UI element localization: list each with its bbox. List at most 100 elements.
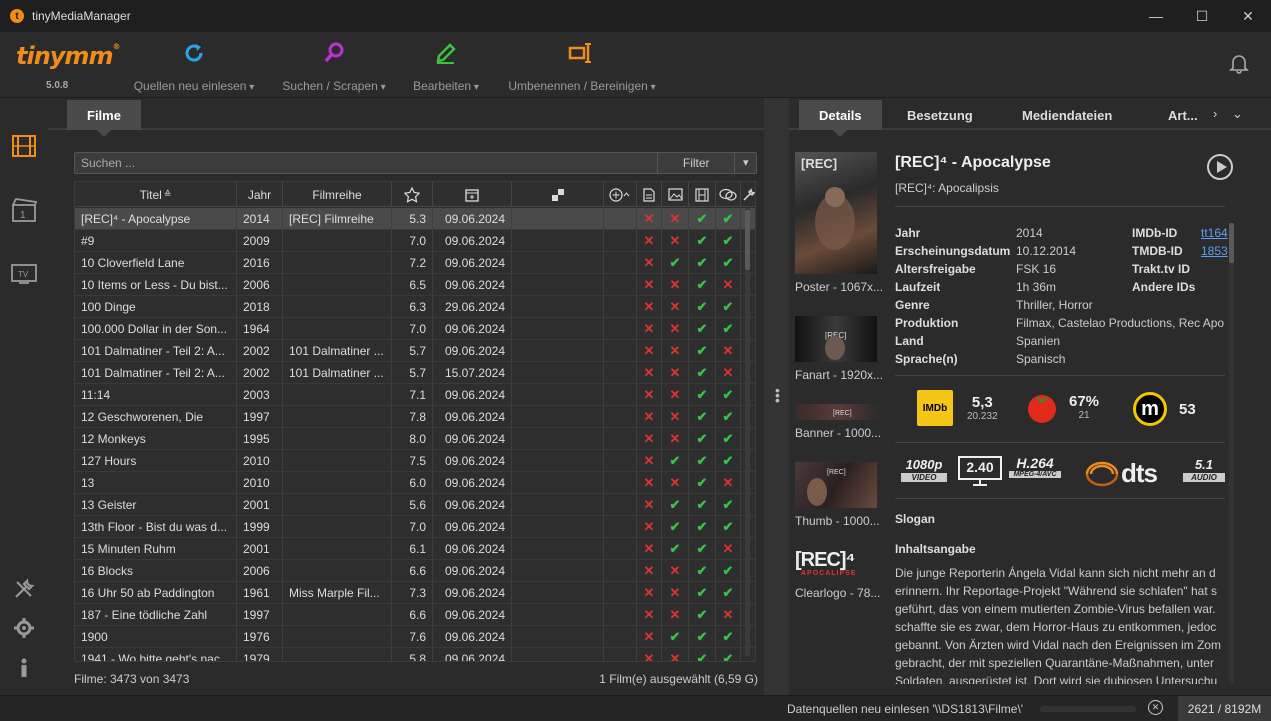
column-date-added[interactable] <box>433 182 512 207</box>
column-new[interactable] <box>604 182 637 207</box>
table-row[interactable]: 11:14 2003 7.1 09.06.2024 ✕ ✕ ✔ ✔ <box>75 384 755 406</box>
list-footer: Filme: 3473 von 3473 1 Film(e) ausgewähl… <box>74 672 758 690</box>
film-icon[interactable] <box>8 130 40 162</box>
poster-art[interactable]: [REC] Poster - 1067x... <box>795 152 887 294</box>
table-row[interactable]: 101 Dalmatiner - Teil 2: A... 2002 101 Dal… <box>75 362 755 384</box>
table-row[interactable]: 15 Minuten Ruhm 2001 6.1 09.06.2024 ✕ ✔ ✔ ✕ <box>75 538 755 560</box>
table-row[interactable]: 13th Floor - Bist du was d... 1999 7.0 09.0… <box>75 516 755 538</box>
table-row[interactable]: 1941 - Wo bitte geht's nac... 1979 5.8 09.0… <box>75 648 755 661</box>
update-sources-button[interactable]: Quellen neu einlesen <box>128 32 260 98</box>
close-button[interactable]: ✕ <box>1225 0 1271 32</box>
metacritic-logo: m <box>1133 392 1167 426</box>
tab-details[interactable]: Details <box>799 100 882 137</box>
banner-art[interactable]: [REC] Banner - 1000... <box>795 404 887 440</box>
trailer-status-icon: ✔ <box>689 538 716 560</box>
cell-new <box>604 208 637 230</box>
info-value: Thriller, Horror <box>1016 298 1093 312</box>
subtitle-status-icon: ✔ <box>716 208 741 230</box>
info-key: Laufzeit <box>895 280 941 294</box>
edit-button[interactable]: Bearbeiten <box>408 32 484 98</box>
column-video-format[interactable] <box>512 182 604 207</box>
table-row[interactable]: 127 Hours 2010 7.5 09.06.2024 ✕ ✔ ✔ ✔ <box>75 450 755 472</box>
image-status-icon: ✔ <box>662 252 689 274</box>
cell-video-format <box>512 538 604 560</box>
rename-label: Umbenennen / Bereinigen <box>508 79 655 93</box>
table-row[interactable]: 1900 1976 7.6 09.06.2024 ✕ ✔ ✔ ✔ <box>75 626 755 648</box>
table-row[interactable]: 12 Geschworenen, Die 1997 7.8 09.06.2024 ✕ ✕ ✔… <box>75 406 755 428</box>
table-row[interactable]: #9 2009 7.0 09.06.2024 ✕ ✕ ✔ ✔ <box>75 230 755 252</box>
column-images[interactable] <box>662 182 689 207</box>
cell-new <box>604 428 637 450</box>
filter-button[interactable]: Filter ▾ <box>657 152 757 174</box>
document-icon <box>643 187 655 202</box>
tools-icon[interactable] <box>8 573 40 605</box>
cell-title: 11:14 <box>75 384 237 406</box>
tv-icon[interactable]: TV <box>8 258 40 290</box>
column-trailer[interactable] <box>689 182 716 207</box>
bell-icon[interactable] <box>1229 52 1249 74</box>
cell-date-added: 29.06.2024 <box>433 296 512 318</box>
column-config[interactable] <box>741 182 755 207</box>
divider <box>895 442 1225 443</box>
cell-rating: 7.6 <box>392 626 433 648</box>
info-value: 2014 <box>1016 226 1043 240</box>
tab-movies[interactable]: Filme <box>67 100 141 137</box>
info-icon[interactable] <box>8 652 40 684</box>
memory-usage[interactable]: 2621 / 8192M <box>1178 696 1271 721</box>
details-scrollbar[interactable] <box>1229 223 1234 683</box>
rename-button[interactable]: Umbenennen / Bereinigen <box>501 32 663 98</box>
cell-rating: 6.1 <box>392 538 433 560</box>
tab-cast[interactable]: Besetzung <box>887 100 993 130</box>
table-row[interactable]: 187 - Eine tödliche Zahl 1997 6.6 09.06.202… <box>75 604 755 626</box>
nfo-status-icon: ✕ <box>637 406 662 428</box>
table-row[interactable]: 16 Blocks 2006 6.6 09.06.2024 ✕ ✕ ✔ ✔ <box>75 560 755 582</box>
table-row[interactable]: [REC]⁴ - Apocalypse 2014 [REC] Filmreihe 5.… <box>75 208 755 230</box>
table-row[interactable]: 13 2010 6.0 09.06.2024 ✕ ✕ ✔ ✕ <box>75 472 755 494</box>
chevron-down-icon[interactable]: ⌄ <box>1232 106 1243 122</box>
table-row[interactable]: 10 Cloverfield Lane 2016 7.2 09.06.2024 ✕ ✔ ✔ ✔ <box>75 252 755 274</box>
dts-icon <box>1085 461 1119 486</box>
column-rating[interactable] <box>392 182 433 207</box>
cell-title: 100.000 Dollar in der Son... <box>75 318 237 340</box>
cell-title: 12 Geschworenen, Die <box>75 406 237 428</box>
cell-year: 1961 <box>237 582 283 604</box>
column-movieset[interactable]: Filmreihe <box>283 182 392 207</box>
table-row[interactable]: 16 Uhr 50 ab Paddington 1961 Miss Marple F… <box>75 582 755 604</box>
column-subtitles[interactable] <box>716 182 741 207</box>
panel-splitter[interactable]: • • • <box>764 98 789 695</box>
fanart-art[interactable]: [REC] Fanart - 1920x... <box>795 316 887 382</box>
chevron-right-icon[interactable]: › <box>1213 106 1217 121</box>
clearlogo-art[interactable]: [REC]⁴ APOCALIPSE Clearlogo - 78... <box>795 550 887 600</box>
chevron-down-icon[interactable]: ▾ <box>734 153 756 173</box>
tab-artwork[interactable]: Art... <box>1148 100 1218 130</box>
minimize-button[interactable]: — <box>1133 0 1179 32</box>
maximize-button[interactable]: ☐ <box>1179 0 1225 32</box>
table-row[interactable]: 101 Dalmatiner - Teil 2: A... 2002 101 Dal… <box>75 340 755 362</box>
thumb-art[interactable]: [REC] Thumb - 1000... <box>795 462 887 528</box>
table-row[interactable]: 12 Monkeys 1995 8.0 09.06.2024 ✕ ✕ ✔ ✔ <box>75 428 755 450</box>
trailer-status-icon: ✔ <box>689 516 716 538</box>
id-link[interactable]: 1853 <box>1201 244 1229 258</box>
tab-media-files[interactable]: Mediendateien <box>1002 100 1132 130</box>
subtitle-status-icon: ✕ <box>716 340 741 362</box>
cancel-task-icon[interactable]: ✕ <box>1148 700 1163 715</box>
search-scrape-button[interactable]: Suchen / Scrapen <box>278 32 390 98</box>
table-row[interactable]: 100 Dinge 2018 6.3 29.06.2024 ✕ ✕ ✔ ✔ <box>75 296 755 318</box>
play-icon[interactable] <box>1207 154 1233 180</box>
table-row[interactable]: 10 Items or Less - Du bist... 2006 6.5 09.0… <box>75 274 755 296</box>
table-row[interactable]: 13 Geister 2001 5.6 09.06.2024 ✕ ✔ ✔ ✔ <box>75 494 755 516</box>
info-value: 1h 36m <box>1016 280 1057 294</box>
column-title[interactable]: Titel ≙ <box>75 182 237 207</box>
gear-icon[interactable] <box>8 612 40 644</box>
search-scrape-label: Suchen / Scrapen <box>282 79 385 93</box>
search-input[interactable]: Suchen ... <box>74 152 698 174</box>
id-link[interactable]: tt164 <box>1201 226 1229 240</box>
slogan-heading: Slogan <box>895 512 936 526</box>
column-nfo[interactable] <box>637 182 662 207</box>
movie-set-icon[interactable]: 1 <box>8 194 40 226</box>
column-year[interactable]: Jahr <box>237 182 283 207</box>
vertical-scrollbar[interactable] <box>745 208 750 656</box>
table-row[interactable]: 100.000 Dollar in der Son... 1964 7.0 09.06… <box>75 318 755 340</box>
cell-year: 2006 <box>237 274 283 296</box>
drag-handle-icon[interactable]: • • • <box>775 383 780 407</box>
